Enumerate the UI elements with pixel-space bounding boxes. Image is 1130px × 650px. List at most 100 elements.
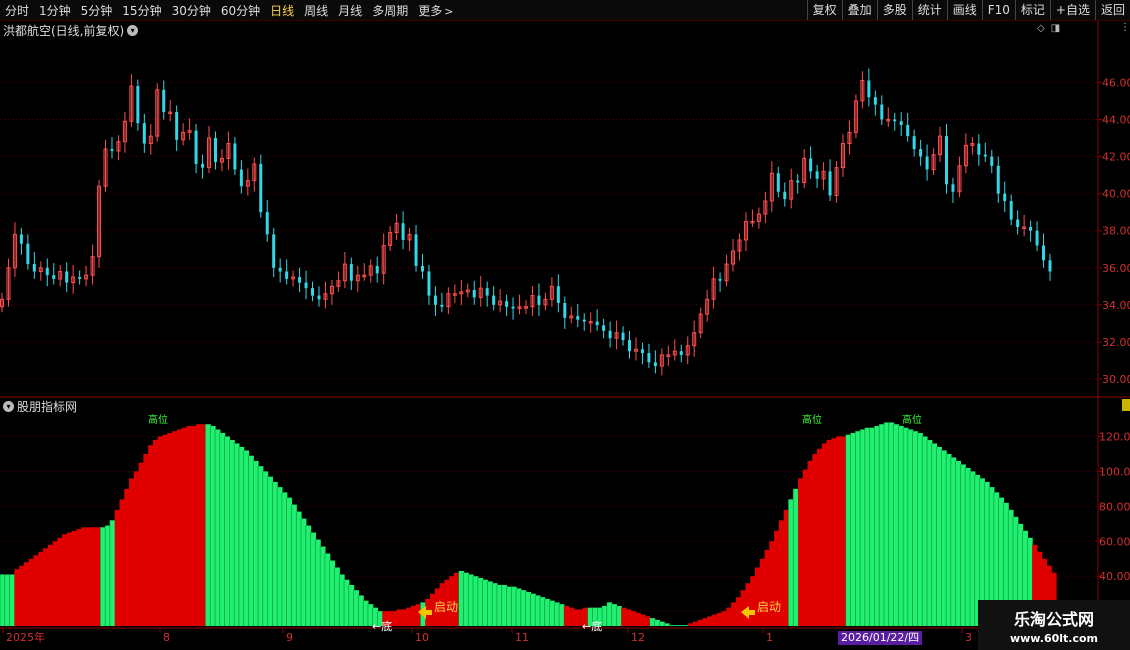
indicator-bar bbox=[711, 614, 718, 626]
indicator-bar bbox=[81, 527, 87, 626]
candle-body bbox=[213, 137, 217, 163]
indicator-bar bbox=[721, 611, 727, 626]
candle-body bbox=[304, 282, 308, 289]
indicator-bar bbox=[109, 520, 116, 626]
panel-controls: ◇ ◨ bbox=[1037, 23, 1060, 34]
main-panel-title[interactable]: 洪都航空(日线,前复权) ▾ bbox=[3, 22, 139, 39]
indicator-bar bbox=[731, 602, 737, 626]
candle-body bbox=[608, 330, 612, 339]
bottom-label: ←底 bbox=[372, 619, 392, 633]
indicator-bar bbox=[745, 583, 751, 626]
indicator-bar bbox=[826, 439, 833, 626]
candle-body bbox=[990, 156, 994, 166]
indicator-bar bbox=[793, 488, 799, 626]
indicator-bar bbox=[764, 550, 770, 626]
chevron-down-icon[interactable]: ▾ bbox=[3, 401, 14, 412]
indicator-bar bbox=[740, 590, 747, 626]
indicator-bar bbox=[391, 611, 398, 626]
diamond-icon[interactable]: ◇ bbox=[1037, 23, 1045, 34]
candle-body bbox=[899, 121, 903, 125]
indicator-bar bbox=[683, 625, 689, 626]
candle-body bbox=[944, 136, 948, 185]
candle-body bbox=[110, 149, 114, 151]
candle-body bbox=[983, 154, 987, 157]
indicator-bar bbox=[735, 597, 742, 626]
indicator-bar bbox=[688, 623, 694, 626]
indicator-bar bbox=[559, 604, 565, 626]
candle-body bbox=[65, 271, 69, 283]
candle-body bbox=[537, 295, 541, 305]
indicator-bar bbox=[172, 431, 178, 626]
candle-body bbox=[1003, 193, 1007, 202]
indicator-bar bbox=[702, 618, 708, 626]
chart-canvas[interactable]: 30.0032.0034.0036.0038.0040.0042.0044.00… bbox=[0, 0, 1130, 650]
time-tick-label: 12 bbox=[631, 631, 645, 644]
candle-body bbox=[414, 234, 418, 266]
indicator-bar bbox=[90, 527, 97, 626]
indicator-bar bbox=[86, 527, 92, 626]
high-label: 高位 bbox=[802, 413, 822, 426]
stock-title: 洪都航空(日线,前复权) bbox=[3, 24, 125, 38]
indicator-bar bbox=[19, 565, 25, 626]
time-tick-label: 11 bbox=[515, 631, 529, 644]
indicator-bar bbox=[635, 612, 641, 626]
time-tick-label: 9 bbox=[286, 631, 293, 644]
indicator-bar bbox=[191, 425, 197, 626]
candle-body bbox=[427, 271, 431, 296]
candle-body bbox=[162, 89, 166, 113]
indicator-title: 股朋指标网 bbox=[17, 400, 78, 414]
indicator-bar bbox=[43, 548, 49, 626]
candle-body bbox=[640, 349, 644, 354]
candle-body bbox=[142, 123, 146, 144]
bottom-label: ←底 bbox=[582, 619, 602, 633]
candle-body bbox=[505, 301, 509, 307]
indicator-bar bbox=[143, 453, 149, 626]
watermark-url: www.60lt.com bbox=[1009, 632, 1099, 645]
candle-body bbox=[26, 243, 30, 265]
indicator-bar bbox=[186, 425, 192, 626]
indicator-bar bbox=[563, 605, 570, 626]
candle-body bbox=[815, 171, 819, 179]
indicator-bar bbox=[38, 551, 44, 626]
candle-body bbox=[272, 234, 276, 268]
candle-body bbox=[52, 275, 56, 279]
indicator-bar bbox=[836, 436, 842, 626]
time-tick-label: 10 bbox=[415, 631, 429, 644]
indicator-bar bbox=[707, 616, 713, 626]
candle-body bbox=[349, 264, 353, 281]
chevron-down-icon[interactable]: ▾ bbox=[127, 25, 139, 36]
time-tick-label: 3 bbox=[965, 631, 972, 644]
indicator-bar bbox=[396, 609, 402, 626]
candle-body bbox=[919, 149, 923, 157]
candle-body bbox=[136, 86, 140, 124]
candle-body bbox=[78, 277, 82, 279]
indicator-bar bbox=[133, 471, 140, 626]
indicator-bar bbox=[124, 488, 130, 626]
indicator-panel-title[interactable]: ▾ 股朋指标网 bbox=[3, 398, 77, 415]
candle-body bbox=[201, 163, 205, 168]
candle-body bbox=[628, 340, 632, 352]
indicator-tick-label: 80.00 bbox=[1099, 500, 1130, 513]
indicator-bar bbox=[181, 427, 187, 626]
candle-body bbox=[175, 112, 179, 140]
indicator-bar bbox=[754, 567, 761, 626]
candle-body bbox=[912, 136, 916, 150]
indicator-bar bbox=[33, 555, 39, 626]
candle-body bbox=[893, 119, 897, 122]
candle-body bbox=[511, 306, 515, 309]
indicator-tick-label: 100.00 bbox=[1099, 465, 1130, 478]
time-tick-label: 2025年 bbox=[6, 630, 45, 644]
window-icon[interactable]: ◨ bbox=[1051, 23, 1060, 34]
candle-body bbox=[233, 143, 237, 170]
indicator-bar bbox=[195, 424, 202, 626]
indicator-bar bbox=[129, 478, 135, 626]
candle-body bbox=[1029, 226, 1033, 231]
candle-body bbox=[647, 353, 651, 363]
candle-body bbox=[776, 173, 780, 192]
start-label: 启动 bbox=[757, 600, 781, 614]
indicator-bar bbox=[568, 607, 574, 626]
indicator-bar bbox=[62, 534, 68, 626]
indicator-bar bbox=[167, 432, 173, 626]
indicator-bar bbox=[47, 544, 54, 626]
candle-body bbox=[582, 319, 586, 322]
